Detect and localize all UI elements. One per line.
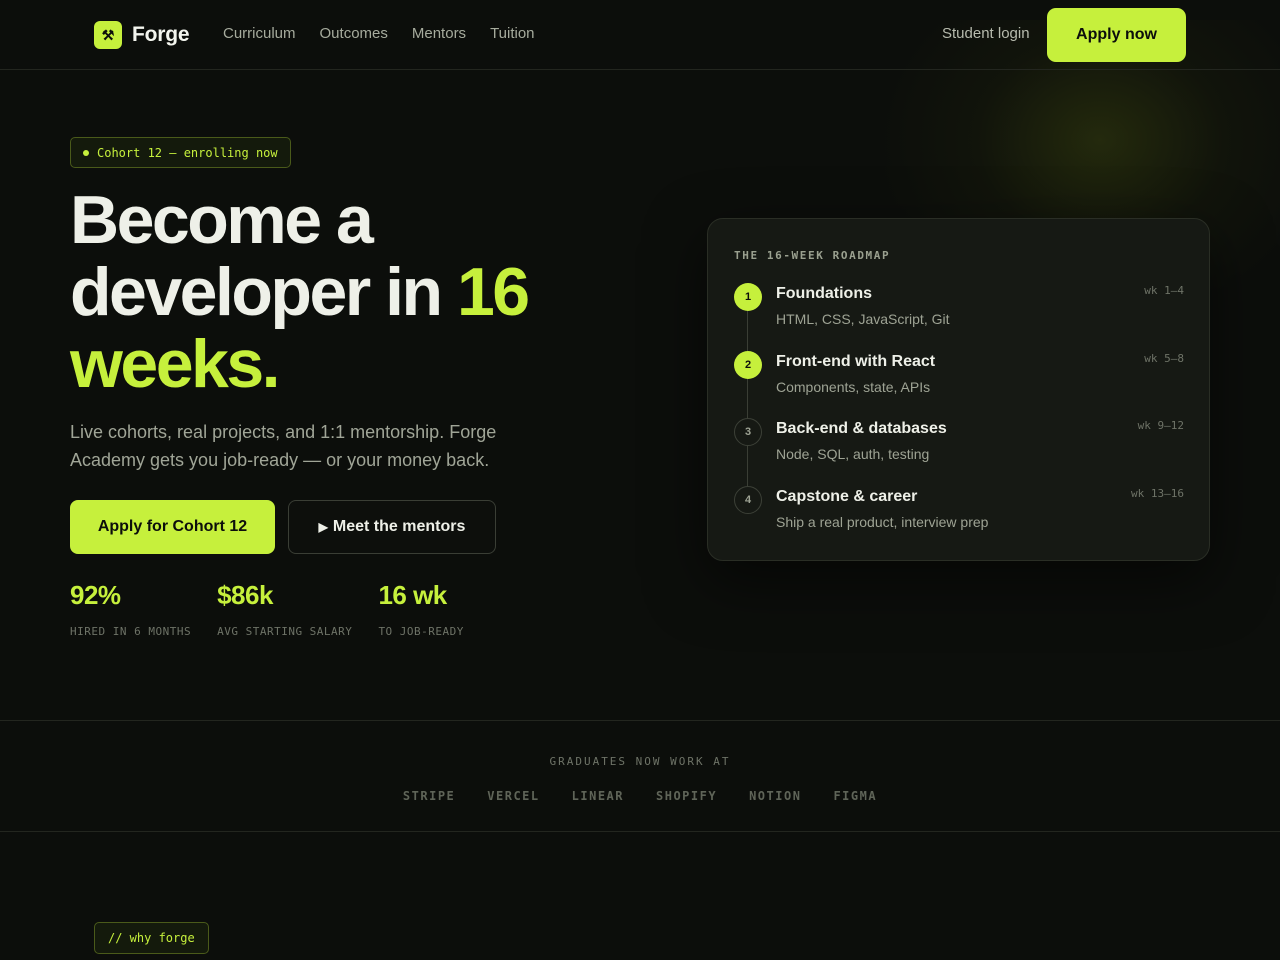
stat-duration: 16 wk TO JOB-READY [378, 580, 463, 638]
step-weeks: wk 9–12 [1137, 419, 1184, 432]
step-weeks: wk 1–4 [1144, 284, 1184, 297]
step-description: Ship a real product, interview prep [776, 514, 989, 530]
brand-logo[interactable]: ⚒ Forge [94, 21, 190, 49]
roadmap-step: 1 Foundations HTML, CSS, JavaScript, Git… [734, 283, 1184, 343]
apply-now-button[interactable]: Apply now [1047, 8, 1186, 62]
step-description: Node, SQL, auth, testing [776, 446, 930, 462]
landing-page: ⚒ Forge Curriculum Outcomes Mentors Tuit… [0, 0, 1280, 960]
step-description: HTML, CSS, JavaScript, Git [776, 311, 950, 327]
roadmap-step: 2 Front-end with React Components, state… [734, 351, 1184, 411]
stat-value: 16 wk [378, 580, 447, 610]
step-number: 1 [734, 283, 762, 311]
meet-mentors-button[interactable]: ▶ Meet the mentors [288, 500, 496, 554]
step-title: Foundations [776, 285, 872, 302]
logo-linear: LINEAR [571, 789, 624, 803]
roadmap-step: 4 Capstone & career Ship a real product,… [734, 486, 1184, 546]
stat-hired: 92% HIRED IN 6 MONTHS [70, 580, 191, 638]
hammer-pick-icon: ⚒ [94, 21, 122, 49]
logo-vercel: VERCEL [487, 789, 540, 803]
stat-label: HIRED IN 6 MONTHS [70, 625, 192, 638]
step-number: 2 [734, 351, 762, 379]
stats-row: 92% HIRED IN 6 MONTHS $86k AVG STARTING … [70, 580, 490, 638]
logos-title: GRADUATES NOW WORK AT [549, 755, 731, 768]
roadmap-card: THE 16-WEEK ROADMAP 1 Foundations HTML, … [707, 218, 1210, 561]
logo-stripe: STRIPE [402, 789, 456, 803]
roadmap-step: 3 Back-end & databases Node, SQL, auth, … [734, 418, 1184, 478]
brand-name: Forge [132, 23, 190, 46]
logos-row: STRIPE VERCEL LINEAR SHOPIFY NOTION FIGM… [0, 789, 1280, 803]
stat-label: AVG STARTING SALARY [217, 625, 353, 638]
stat-value: 92% [70, 580, 121, 610]
nav-link-mentors[interactable]: Mentors [412, 25, 466, 42]
student-login-link[interactable]: Student login [942, 25, 1030, 42]
logo-figma: FIGMA [833, 789, 878, 803]
status-dot-icon [83, 149, 89, 156]
apply-cohort-button[interactable]: Apply for Cohort 12 [70, 500, 275, 554]
nav-links: Curriculum Outcomes Mentors Tuition [223, 25, 559, 42]
stat-salary: $86k AVG STARTING SALARY [217, 580, 352, 638]
meet-mentors-label: Meet the mentors [332, 518, 466, 535]
why-forge-badge: // why forge [94, 922, 209, 954]
step-title: Front-end with React [776, 353, 936, 370]
nav-link-curriculum[interactable]: Curriculum [223, 25, 296, 42]
nav-link-outcomes[interactable]: Outcomes [320, 25, 388, 42]
hero-subtitle: Live cohorts, real projects, and 1:1 men… [70, 422, 497, 470]
nav-link-tuition[interactable]: Tuition [490, 25, 534, 42]
roadmap-title: THE 16-WEEK ROADMAP [734, 249, 891, 262]
headline-highlight-weeks: weeks. [70, 326, 281, 402]
step-number: 3 [734, 418, 762, 446]
step-description: Components, state, APIs [776, 379, 931, 395]
hero-headline: Become a developer in 16 weeks. [70, 184, 670, 400]
headline-line-1: Become a [70, 182, 374, 258]
stat-value: $86k [217, 580, 273, 610]
step-title: Capstone & career [776, 488, 918, 505]
headline-highlight-16: 16 [456, 254, 530, 330]
step-title: Back-end & databases [776, 420, 947, 437]
step-weeks: wk 5–8 [1144, 352, 1184, 365]
enrolling-badge: Cohort 12 — enrolling now [70, 137, 291, 168]
top-nav: ⚒ Forge Curriculum Outcomes Mentors Tuit… [0, 0, 1280, 70]
enrolling-badge-text: Cohort 12 — enrolling now [97, 145, 278, 160]
logo-notion: NOTION [749, 789, 802, 803]
step-number: 4 [734, 486, 762, 514]
headline-line-2: developer in [70, 254, 457, 330]
step-weeks: wk 13–16 [1131, 487, 1184, 500]
employer-logos: GRADUATES NOW WORK AT STRIPE VERCEL LINE… [0, 720, 1280, 832]
stat-label: TO JOB-READY [378, 625, 464, 638]
play-icon: ▶ [318, 520, 328, 534]
logo-shopify: SHOPIFY [656, 789, 718, 803]
